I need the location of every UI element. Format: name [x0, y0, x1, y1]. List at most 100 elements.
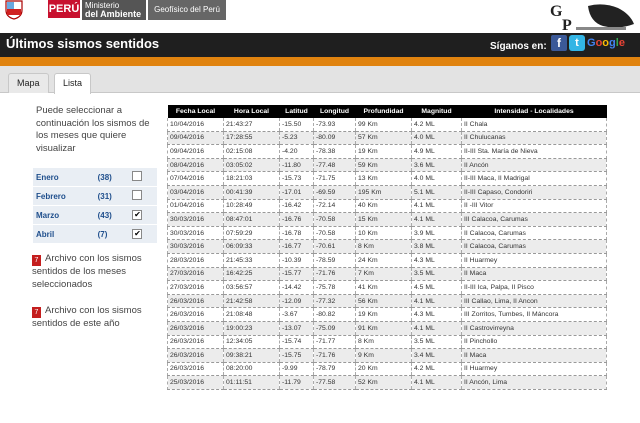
table-cell: -80.82: [313, 307, 356, 322]
table-cell: 10 Km: [355, 226, 412, 241]
table-row: 27/03/2016 16:42:25 -15.77 -71.76 7 Km 3.5 ML…: [167, 267, 607, 282]
table-cell: -15.73: [279, 171, 314, 186]
table-cell: 09/04/2016: [167, 131, 224, 146]
table-cell: 4.9 ML: [411, 144, 462, 159]
table-row: 09/04/2016 17:28:55 -5.23 -80.09 57 Km 4.0 ML…: [167, 131, 607, 146]
tab-mapa[interactable]: Mapa: [8, 73, 49, 93]
table-cell: 57 Km: [355, 131, 412, 146]
table-cell: 00:41:39: [223, 185, 280, 200]
tab-bar: [0, 66, 640, 93]
facebook-icon[interactable]: f: [551, 35, 567, 51]
table-cell: 30/03/2016: [167, 239, 224, 254]
table-cell: 09/04/2016: [167, 144, 224, 159]
month-checkbox[interactable]: ✔: [132, 229, 143, 239]
google-plus-icon[interactable]: Google: [587, 34, 635, 52]
table-row: 26/03/2016 19:00:23 -13.07 -75.09 91 Km 4.1 M…: [167, 321, 607, 336]
table-row: 25/03/2016 01:11:51 -11.79 -77.58 52 Km 4.1 M…: [167, 375, 607, 390]
table-cell: II Pinchollo: [461, 335, 607, 350]
table-cell: 03:56:57: [223, 280, 280, 295]
column-header: Latitud: [279, 105, 314, 118]
table-cell: 7 Km: [355, 267, 412, 282]
table-cell: -69.59: [313, 185, 356, 200]
twitter-icon[interactable]: t: [569, 35, 585, 51]
table-cell: -13.07: [279, 321, 314, 336]
table-cell: 01/04/2016: [167, 199, 224, 214]
table-cell: 4.1 ML: [411, 375, 462, 390]
table-cell: -71.76: [313, 348, 356, 363]
month-instructions: Puede seleccionar a continuación los sis…: [36, 105, 150, 154]
peru-coat-of-arms-icon: [5, 0, 23, 20]
table-cell: -71.75: [313, 171, 356, 186]
table-row: 27/03/2016 03:56:57 -14.42 -75.78 41 Km 4.5 M…: [167, 280, 607, 295]
ministerio-label: Ministerio del Ambiente: [82, 0, 146, 20]
table-cell: -15.77: [279, 267, 314, 282]
table-cell: -17.01: [279, 185, 314, 200]
table-cell: 8 Km: [355, 239, 412, 254]
table-cell: II Ancón, Lima: [461, 375, 607, 390]
table-cell: 01:11:51: [223, 375, 280, 390]
table-cell: II Castrovirreyna: [461, 321, 607, 336]
table-cell: II -III Vitor: [461, 199, 607, 214]
table-cell: 4.0 ML: [411, 171, 462, 186]
table-row: 30/03/2016 08:47:01 -16.76 -70.58 15 Km 4.1 M…: [167, 212, 607, 227]
month-selector: Enero (38) Febrero (31) Marzo (43) ✔ Abr…: [33, 168, 157, 244]
month-checkbox[interactable]: ✔: [132, 210, 143, 220]
table-cell: 3.6 ML: [411, 158, 462, 173]
table-cell: -9.99: [279, 362, 314, 377]
table-cell: 4.1 ML: [411, 212, 462, 227]
table-cell: 26/03/2016: [167, 335, 224, 350]
table-cell: 30/03/2016: [167, 226, 224, 241]
table-cell: 41 Km: [355, 280, 412, 295]
tab-lista[interactable]: Lista: [54, 73, 92, 94]
month-count: (31): [94, 186, 130, 206]
table-row: 10/04/2016 21:43:27 -15.50 -73.93 99 Km 4.2 M…: [167, 118, 607, 132]
download-selected-label: Archivo con los sismos sentidos de los m…: [32, 253, 142, 290]
table-cell: 21:45:33: [223, 253, 280, 268]
download-year-link[interactable]: 7 Archivo con los sismos sentidos de este…: [32, 305, 162, 331]
peru-label: PERÚ: [48, 0, 80, 18]
table-cell: -70.58: [313, 212, 356, 227]
column-header: Magnitud: [411, 105, 462, 118]
table-cell: 40 Km: [355, 199, 412, 214]
file-icon: 7: [32, 255, 41, 266]
month-checkbox[interactable]: [132, 171, 143, 181]
table-cell: -16.76: [279, 212, 314, 227]
table-cell: 03/04/2016: [167, 185, 224, 200]
table-cell: 19 Km: [355, 144, 412, 159]
month-count: (43): [94, 205, 130, 225]
table-cell: II Chulucanas: [461, 131, 607, 146]
table-cell: II Calacoa, Carumas: [461, 239, 607, 254]
table-cell: 4.1 ML: [411, 294, 462, 309]
table-cell: 5.1 ML: [411, 185, 462, 200]
table-cell: 26/03/2016: [167, 294, 224, 309]
table-cell: 28/03/2016: [167, 253, 224, 268]
table-cell: -75.78: [313, 280, 356, 295]
table-cell: II Maca: [461, 348, 607, 363]
column-header: Hora Local: [223, 105, 280, 118]
table-cell: 4.1 ML: [411, 199, 462, 214]
table-cell: 21:43:27: [223, 118, 280, 132]
table-row: 30/03/2016 07:59:29 -16.78 -70.58 10 Km 3.9 M…: [167, 226, 607, 241]
table-cell: -71.76: [313, 267, 356, 282]
table-row: 26/03/2016 12:34:05 -15.74 -71.77 8 Km 3.5 ML…: [167, 335, 607, 350]
table-cell: II Maca: [461, 267, 607, 282]
month-name: Marzo: [33, 205, 95, 225]
table-cell: -16.78: [279, 226, 314, 241]
igp-logo-icon: G P: [550, 3, 634, 33]
table-cell: 12:34:05: [223, 335, 280, 350]
download-year-label: Archivo con los sismos sentidos de este …: [32, 305, 142, 329]
table-cell: 4.2 ML: [411, 118, 462, 132]
table-cell: II Huarmey: [461, 362, 607, 377]
table-cell: 4.1 ML: [411, 321, 462, 336]
table-cell: 21:08:48: [223, 307, 280, 322]
table-cell: 10/04/2016: [167, 118, 224, 132]
table-cell: -72.14: [313, 199, 356, 214]
month-checkbox[interactable]: [132, 190, 143, 200]
table-row: 26/03/2016 08:20:00 -9.99 -78.79 20 Km 4.2 ML…: [167, 362, 607, 377]
table-cell: 06:09:33: [223, 239, 280, 254]
month-row: Abril (7) ✔: [33, 224, 157, 244]
table-cell: 3.4 ML: [411, 348, 462, 363]
ministerio-name: del Ambiente: [85, 9, 142, 19]
month-count: (38): [94, 168, 130, 187]
download-selected-link[interactable]: 7 Archivo con los sismos sentidos de los …: [32, 253, 162, 291]
